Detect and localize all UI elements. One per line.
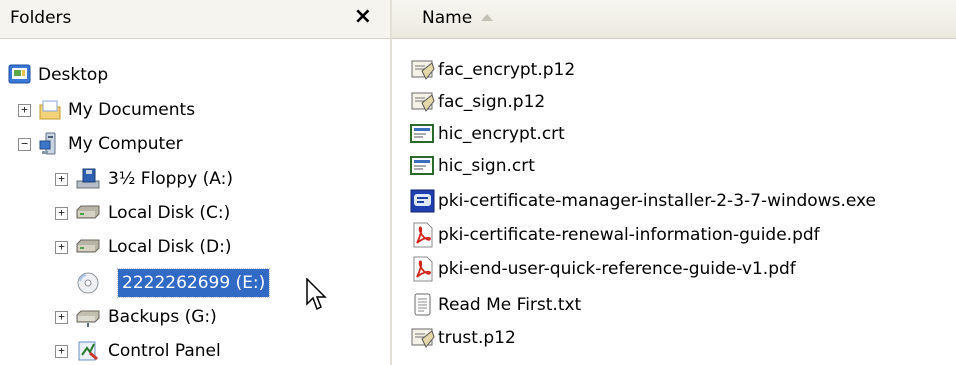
folders-pane: Folders × Desktop + My Documents − My Co… [0,0,392,365]
cd-drive-icon [77,272,99,294]
expand-button[interactable]: + [55,207,68,220]
folder-icon [39,100,61,120]
file-name: fac_encrypt.p12 [438,60,576,80]
file-name: hic_sign.crt [438,156,535,176]
tree-item-local-disk-d[interactable]: + Local Disk (D:) [55,233,295,261]
tree-item-control-panel[interactable]: + Control Panel [55,337,295,365]
file-list-pane: Name fac_encrypt.p12 fac_sign.p12 hic_en… [392,0,956,365]
tree-item-desktop[interactable]: Desktop [8,61,208,89]
expand-button[interactable]: + [55,311,68,324]
desktop-icon [8,64,31,84]
close-folders-pane-button[interactable]: × [354,3,372,31]
text-file-icon [414,293,431,316]
tree-item-label: My Documents [68,100,196,120]
tree-item-my-documents[interactable]: + My Documents [18,96,258,124]
tree-item-label-selected: 2222262699 (E:) [116,268,271,298]
control-panel-icon [78,341,98,361]
network-drive-icon [76,310,100,327]
installer-icon [410,189,435,213]
hard-disk-icon [76,239,100,253]
expand-button[interactable]: + [55,241,68,254]
file-name: pki-end-user-quick-reference-guide-v1.pd… [438,259,796,279]
tree-item-label: Control Panel [108,341,221,361]
tree-item-label: Desktop [38,65,109,85]
file-name: trust.p12 [438,328,516,348]
tree-item-label: Local Disk (C:) [108,203,231,223]
expand-button[interactable]: + [55,345,68,358]
hard-disk-icon [76,205,100,219]
computer-icon [39,132,56,155]
file-name: hic_encrypt.crt [438,124,565,144]
pdf-icon [413,222,433,248]
tree-item-cd-drive-e[interactable]: 2222262699 (E:) [76,268,316,298]
expand-button[interactable]: + [18,104,31,117]
tree-item-label: Backups (G:) [108,307,217,327]
floppy-drive-icon [76,168,100,189]
file-name: Read Me First.txt [438,295,582,315]
collapse-button[interactable]: − [18,138,31,151]
tree-item-label: My Computer [68,134,183,154]
column-header-label: Name [422,8,473,28]
tree-item-my-computer[interactable]: − My Computer [18,130,258,158]
tree-item-label: Local Disk (D:) [108,237,232,257]
tree-item-backups-g[interactable]: + Backups (G:) [55,303,295,331]
sort-ascending-icon [481,14,493,21]
tree-item-local-disk-c[interactable]: + Local Disk (C:) [55,199,295,227]
file-name: fac_sign.p12 [438,92,546,112]
certificate-package-icon [411,92,435,112]
certificate-icon [410,124,434,143]
pdf-icon [413,256,433,282]
folders-pane-header: Folders × [0,0,390,39]
file-name: pki-certificate-manager-installer-2-3-7-… [438,191,877,211]
tree-item-floppy-a[interactable]: + 3½ Floppy (A:) [55,165,295,193]
tree-item-label: 3½ Floppy (A:) [108,169,233,189]
certificate-package-icon [411,328,435,348]
mouse-pointer-icon [306,278,327,311]
expand-button[interactable]: + [55,173,68,186]
file-name: pki-certificate-renewal-information-guid… [438,225,820,245]
name-column-header[interactable]: Name [392,0,956,39]
folders-pane-title: Folders [10,8,72,28]
certificate-package-icon [411,60,435,80]
certificate-icon [410,156,434,175]
